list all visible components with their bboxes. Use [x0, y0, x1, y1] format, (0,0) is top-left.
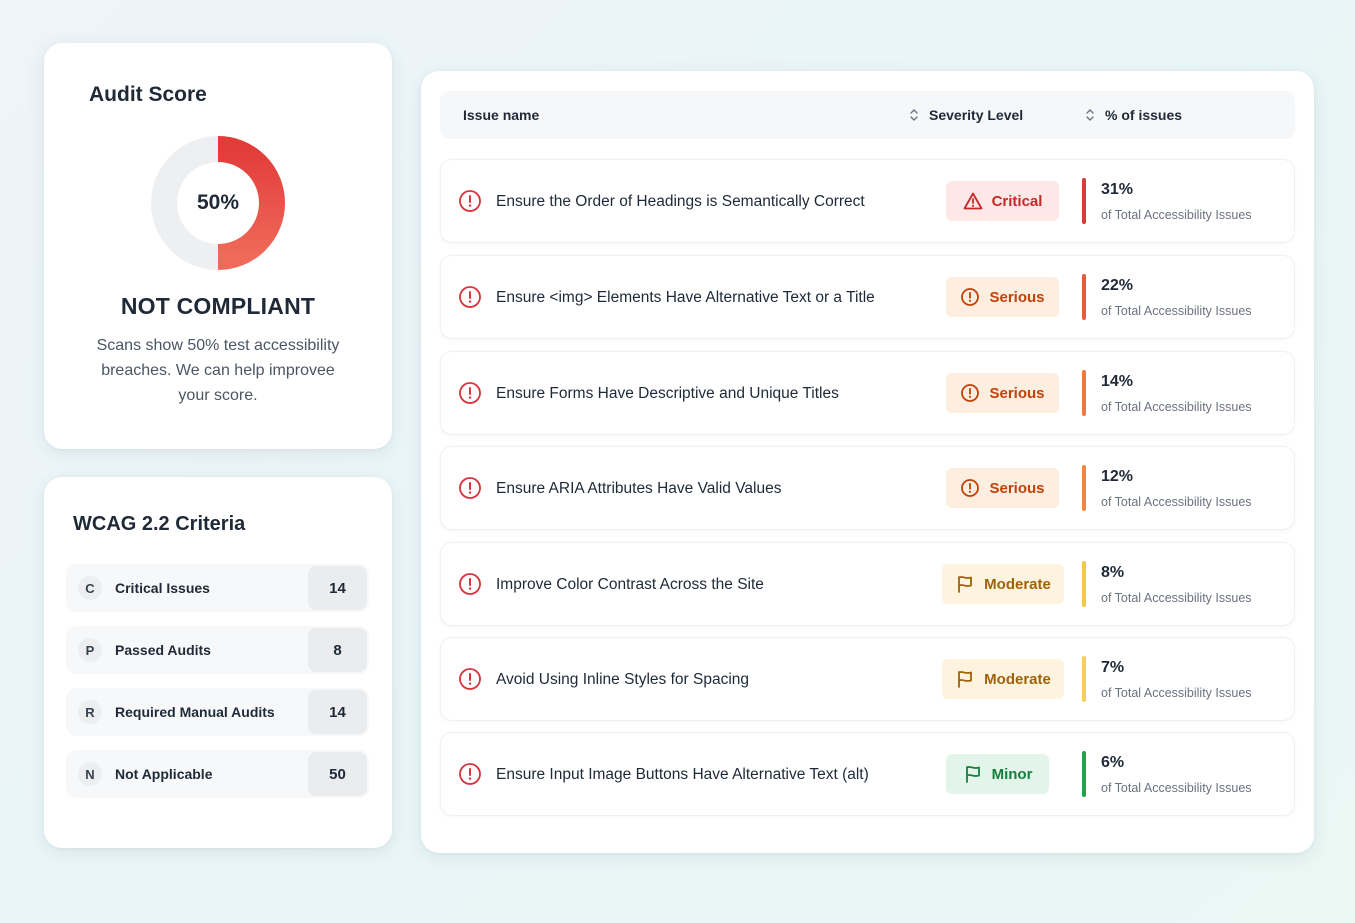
issue-name[interactable]: Avoid Using Inline Styles for Spacing — [496, 638, 749, 722]
issue-percent-caption: of Total Accessibility Issues — [1101, 495, 1252, 509]
criteria-count: 14 — [308, 566, 367, 610]
criteria-row-not-applicable[interactable]: N Not Applicable 50 — [66, 750, 369, 798]
severity-badge: Critical — [946, 181, 1059, 221]
issue-percent-caption: of Total Accessibility Issues — [1101, 591, 1252, 605]
criteria-row-critical[interactable]: C Critical Issues 14 — [66, 564, 369, 612]
table-row[interactable]: Avoid Using Inline Styles for Spacing Mod… — [440, 637, 1295, 721]
table-row[interactable]: Ensure the Order of Headings is Semantic… — [440, 159, 1295, 243]
issue-percent-caption: of Total Accessibility Issues — [1101, 400, 1252, 414]
criteria-letter: R — [78, 700, 102, 724]
audit-score-card: Audit Score 50% NOT COMPLIANT Scans show… — [44, 43, 392, 449]
score-percent: 50% — [196, 191, 240, 214]
alert-circle-icon — [459, 190, 481, 212]
criteria-label: Critical Issues — [115, 580, 210, 596]
table-header: Issue name Severity Level % of issues — [440, 91, 1295, 139]
severity-badge: Moderate — [942, 659, 1064, 699]
issue-percent: 12% — [1101, 468, 1134, 485]
issue-percent: 6% — [1101, 754, 1125, 771]
flag-icon — [965, 766, 980, 783]
alert-circle-icon — [459, 763, 481, 785]
issue-percent: 31% — [1101, 181, 1134, 198]
issue-percent-caption: of Total Accessibility Issues — [1101, 304, 1252, 318]
severity-bar — [1082, 656, 1086, 702]
severity-label: Critical — [991, 192, 1043, 210]
flag-icon — [958, 671, 973, 688]
table-row[interactable]: Ensure ARIA Attributes Have Valid Values… — [440, 446, 1295, 530]
criteria-count: 50 — [308, 752, 367, 796]
issue-name[interactable]: Ensure Input Image Buttons Have Alternat… — [496, 733, 869, 817]
criteria-row-passed[interactable]: P Passed Audits 8 — [66, 626, 369, 674]
severity-label: Serious — [989, 479, 1045, 497]
alert-circle-icon — [459, 286, 481, 308]
issue-name[interactable]: Ensure the Order of Headings is Semantic… — [496, 160, 865, 244]
severity-label: Minor — [991, 765, 1033, 783]
criteria-label: Passed Audits — [115, 642, 211, 658]
issue-name[interactable]: Improve Color Contrast Across the Site — [496, 543, 764, 627]
alert-circle-icon — [459, 668, 481, 690]
severity-header-label: Severity Level — [929, 107, 1024, 123]
issue-percent: 14% — [1101, 373, 1134, 390]
table-row[interactable]: Ensure <img> Elements Have Alternative T… — [440, 255, 1295, 339]
severity-bar — [1082, 465, 1086, 511]
issue-percent: 8% — [1101, 564, 1125, 581]
column-header-percent[interactable]: % of issues — [1085, 91, 1182, 139]
alert-circle-icon — [961, 384, 980, 402]
sort-icon — [910, 109, 918, 121]
severity-bar — [1082, 751, 1086, 797]
sort-icon — [1086, 109, 1094, 121]
criteria-label: Required Manual Audits — [115, 704, 275, 720]
criteria-letter: N — [78, 762, 102, 786]
column-header-issue-name[interactable]: Issue name — [463, 91, 539, 139]
alert-circle-icon — [961, 288, 980, 306]
column-header-severity[interactable]: Severity Level — [909, 91, 1023, 139]
alert-circle-icon — [459, 477, 481, 499]
issue-percent: 7% — [1101, 659, 1125, 676]
severity-badge: Serious — [946, 277, 1059, 317]
issue-name[interactable]: Ensure <img> Elements Have Alternative T… — [496, 256, 875, 340]
alert-circle-icon — [961, 479, 980, 497]
criteria-count: 14 — [308, 690, 367, 734]
status-description: Scans show 50% test accessibility breach… — [96, 337, 340, 404]
compliance-status: NOT COMPLIANT — [120, 293, 316, 319]
severity-label: Moderate — [984, 670, 1051, 688]
alert-circle-icon — [459, 382, 481, 404]
criteria-letter: P — [78, 638, 102, 662]
warning-triangle-icon — [963, 192, 982, 210]
criteria-row-manual[interactable]: R Required Manual Audits 14 — [66, 688, 369, 736]
severity-label: Serious — [989, 288, 1045, 306]
issue-name[interactable]: Ensure ARIA Attributes Have Valid Values — [496, 447, 781, 531]
audit-score-title: Audit Score — [89, 83, 207, 106]
issue-percent-caption: of Total Accessibility Issues — [1101, 686, 1252, 700]
severity-badge: Serious — [946, 373, 1059, 413]
percent-header-label: % of issues — [1105, 107, 1183, 123]
severity-bar — [1082, 178, 1086, 224]
table-row[interactable]: Ensure Forms Have Descriptive and Unique… — [440, 351, 1295, 435]
severity-bar — [1082, 370, 1086, 416]
issue-percent-caption: of Total Accessibility Issues — [1101, 208, 1252, 222]
severity-badge: Moderate — [942, 564, 1064, 604]
severity-badge: Minor — [946, 754, 1049, 794]
severity-label: Serious — [989, 384, 1045, 402]
issue-percent-caption: of Total Accessibility Issues — [1101, 781, 1252, 795]
table-row[interactable]: Ensure Input Image Buttons Have Alternat… — [440, 732, 1295, 816]
issue-percent: 22% — [1101, 277, 1134, 294]
table-row[interactable]: Improve Color Contrast Across the Site Mo… — [440, 542, 1295, 626]
issue-name[interactable]: Ensure Forms Have Descriptive and Unique… — [496, 352, 839, 436]
issues-table-card: Issue name Severity Level % of issues En… — [421, 71, 1314, 853]
severity-bar — [1082, 274, 1086, 320]
criteria-letter: C — [78, 576, 102, 600]
flag-icon — [958, 576, 973, 593]
wcag-criteria-card: WCAG 2.2 Criteria C Critical Issues 14 P… — [44, 477, 392, 848]
alert-circle-icon — [459, 573, 481, 595]
severity-label: Moderate — [984, 575, 1051, 593]
severity-bar — [1082, 561, 1086, 607]
wcag-title: WCAG 2.2 Criteria — [73, 513, 246, 535]
criteria-label: Not Applicable — [115, 766, 213, 782]
criteria-count: 8 — [308, 628, 367, 672]
severity-badge: Serious — [946, 468, 1059, 508]
